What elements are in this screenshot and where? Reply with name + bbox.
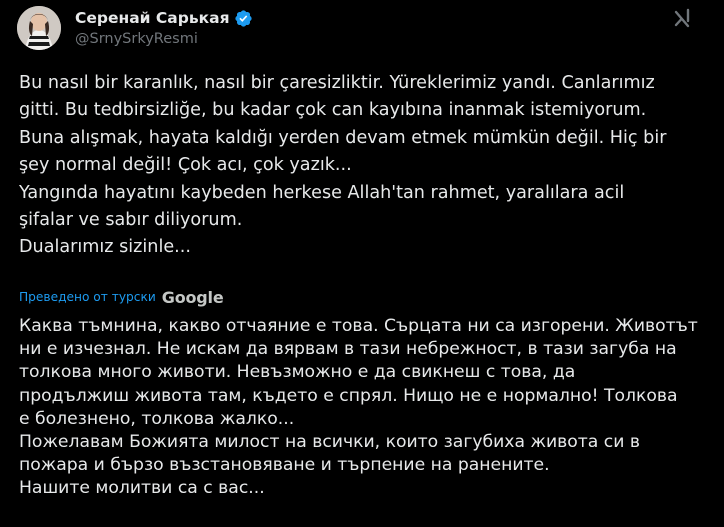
grok-button[interactable]	[667, 3, 697, 33]
translation-attribution[interactable]: Преведено от турски Google	[19, 287, 224, 307]
tweet-line: Dualarımız sizinle...	[19, 237, 191, 258]
avatar[interactable]	[17, 6, 61, 50]
translation-line: продължиш живота там, където е спрял. Ни…	[19, 385, 678, 406]
display-name[interactable]: Серенай Сарькая	[75, 9, 230, 27]
translation-line: Каква тъмнина, какво отчаяние е това. Съ…	[19, 316, 698, 336]
translation-line: ни е изчезнал. Не искам да вярвам в тази…	[19, 339, 677, 360]
tweet-text: Bu nasıl bir karanlık, nasıl bir çaresiz…	[19, 70, 719, 262]
tweet-line: şifalar ve sabır diliyorum.	[19, 210, 243, 231]
translated-text: Каква тъмнина, какво отчаяние е това. Съ…	[19, 315, 723, 501]
tweet-line: Yangında hayatını kaybeden herkese Allah…	[19, 182, 625, 203]
translation-line: е болезнено, толкова жалко...	[19, 408, 295, 429]
tweet-line: şey normal değil! Çok acı, çok yazık...	[19, 155, 352, 176]
grok-icon	[674, 8, 690, 28]
tweet-line: Buna alışmak, hayata kaldığı yerden deva…	[19, 127, 667, 148]
translation-line: толкова много животи. Невъзможно е да св…	[19, 362, 576, 383]
translated-from-label[interactable]: Преведено от турски	[19, 290, 156, 304]
verified-badge-icon	[234, 9, 252, 27]
translation-line: Пожелавам Божията милост на всички, коит…	[19, 432, 640, 453]
translation-line: Нашите молитви са с вас...	[19, 478, 265, 499]
user-handle[interactable]: @SrnySrkyResmi	[75, 31, 198, 47]
tweet-line: Bu nasıl bir karanlık, nasıl bir çaresiz…	[19, 73, 655, 93]
tweet-header: Серенай Сарькая @SrnySrkyResmi	[0, 0, 724, 60]
display-name-row[interactable]: Серенай Сарькая	[75, 7, 253, 29]
tweet-line: gitti. Bu tedbirsizliğe, bu kadar çok ca…	[19, 100, 647, 121]
google-logo: Google	[161, 287, 224, 307]
avatar-image	[17, 6, 61, 50]
translation-line: пожара и бързо възстановяване и търпение…	[19, 455, 550, 476]
